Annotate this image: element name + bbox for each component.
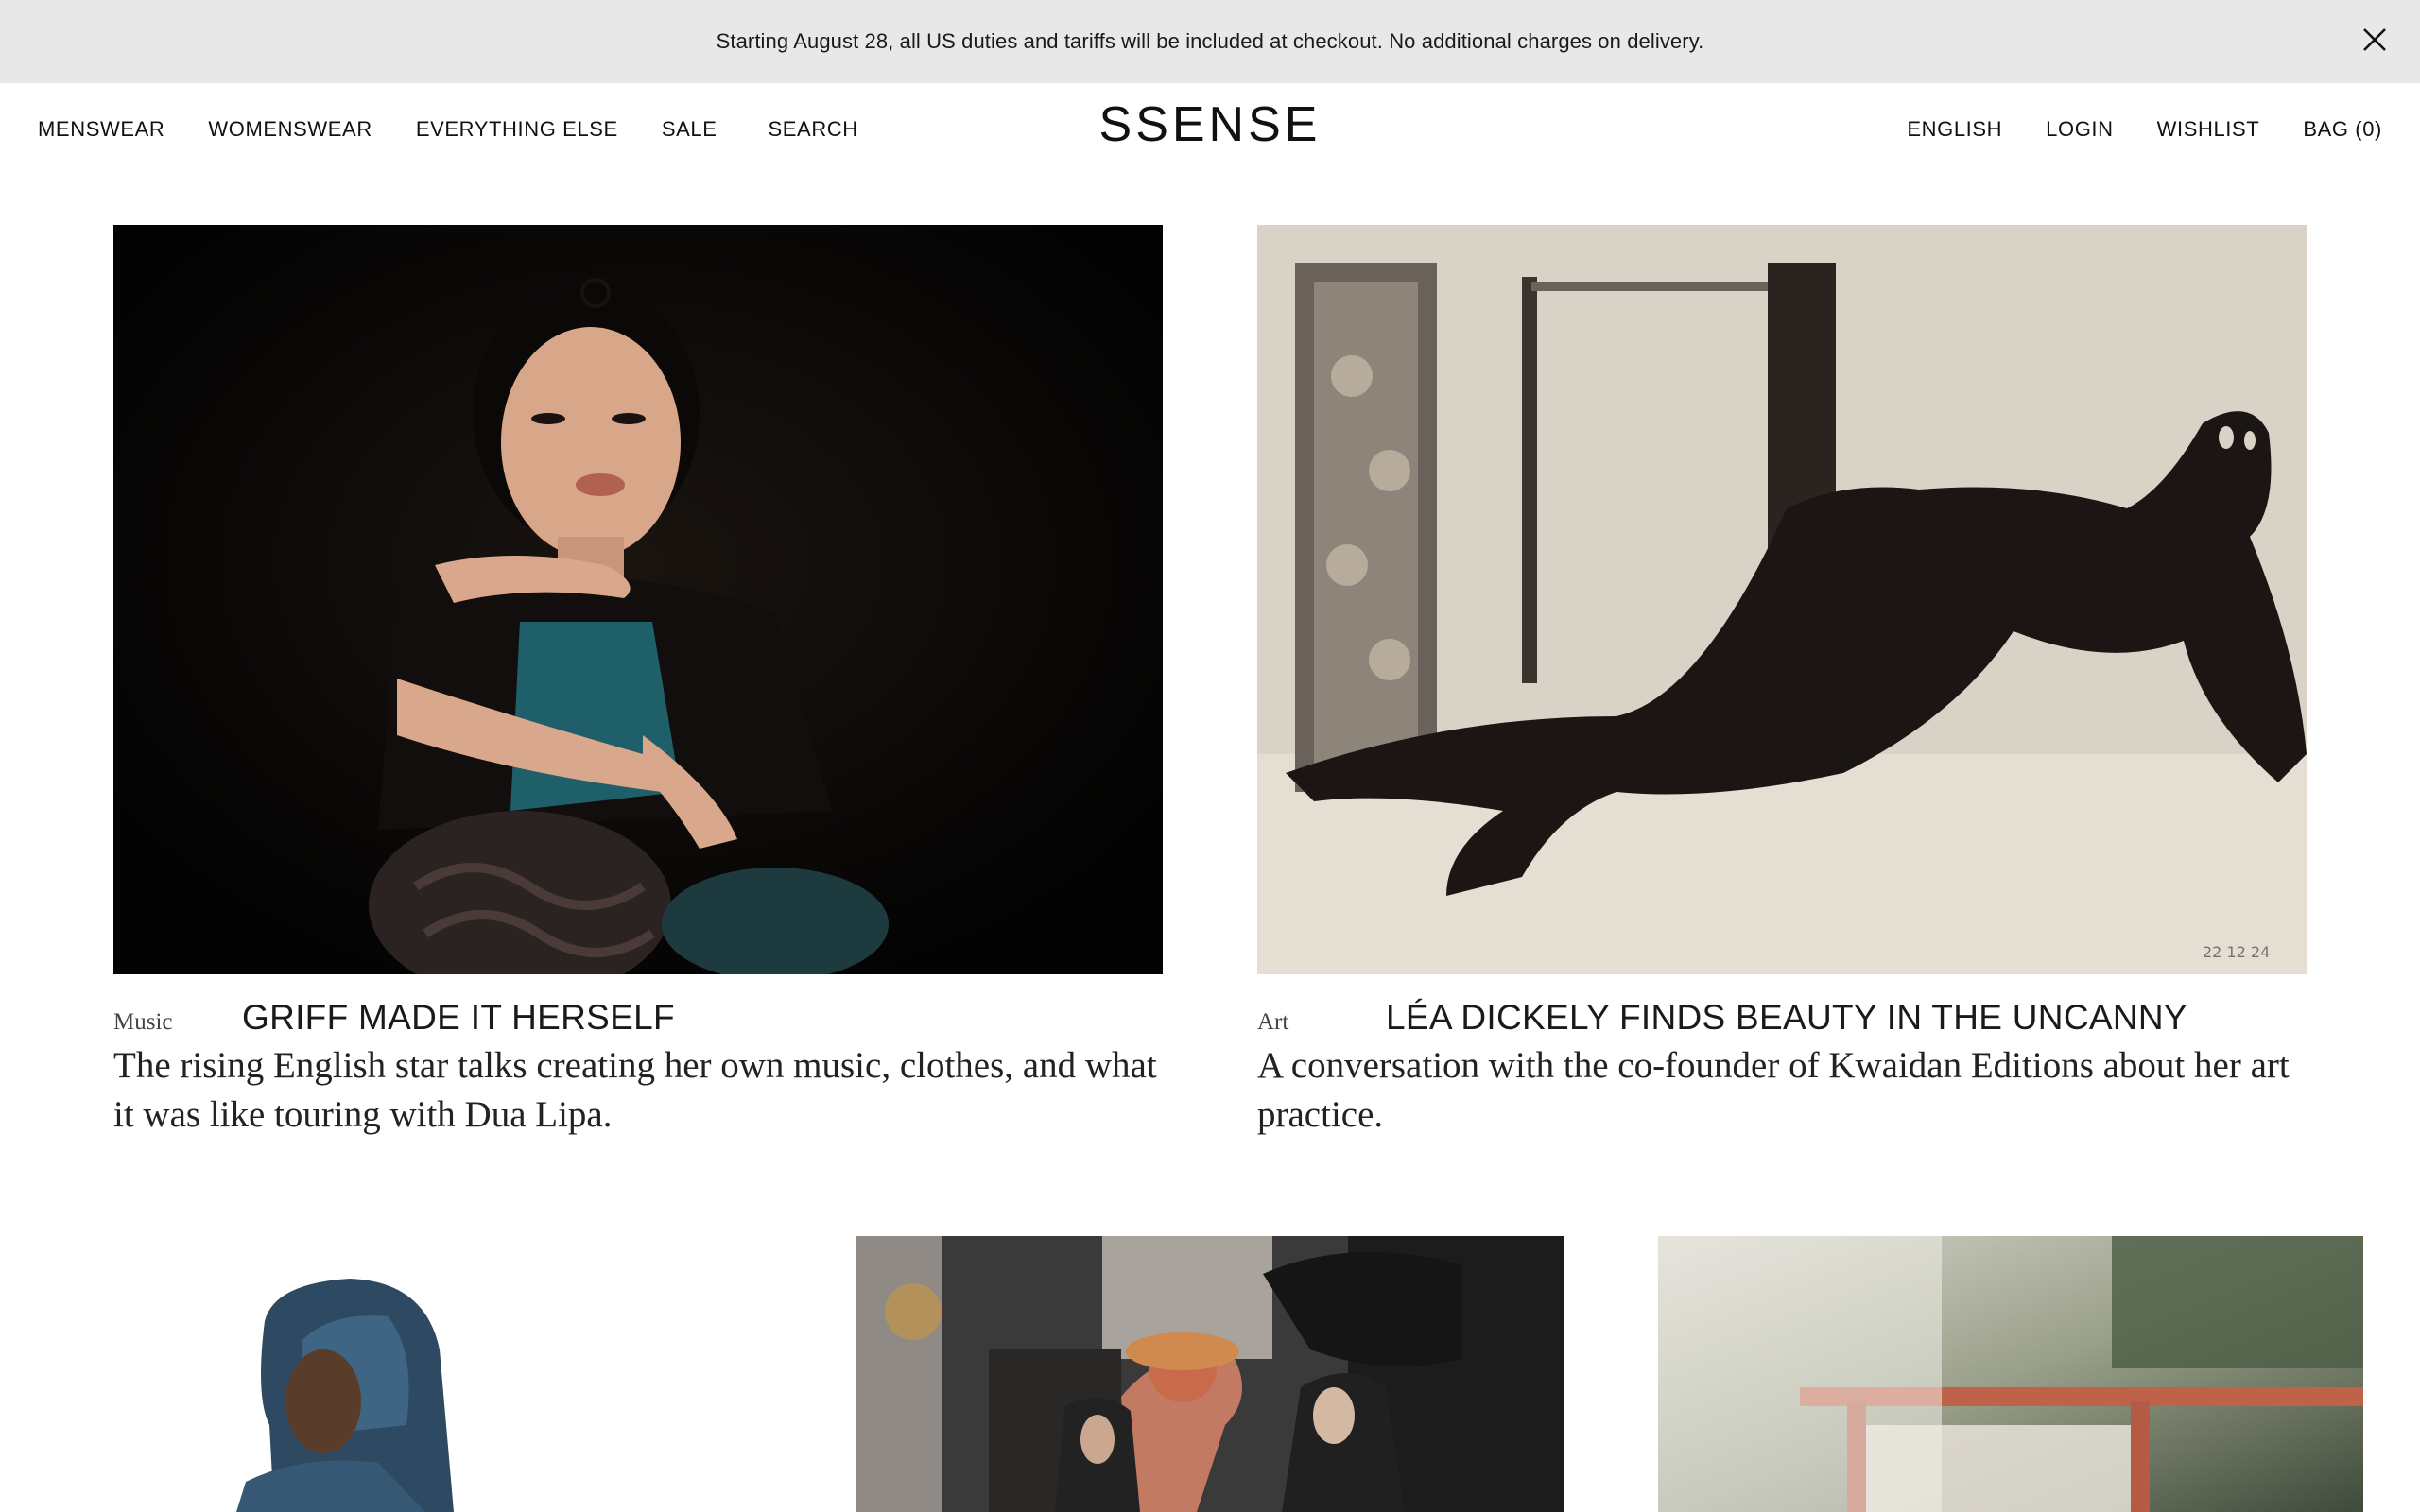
painting-image: 22 12 24 [1257, 225, 2307, 974]
banner-text: Starting August 28, all US duties and ta… [716, 29, 1704, 53]
portrait-photo [113, 225, 1163, 974]
nav-bag[interactable]: BAG (0) [2303, 117, 2382, 142]
nav-wishlist[interactable]: WISHLIST [2157, 117, 2260, 142]
article-description: A conversation with the co-founder of Kw… [1257, 1045, 2290, 1135]
article-category[interactable]: Art [1257, 1009, 1386, 1036]
ssense-logo[interactable]: SSENSE [1099, 96, 1322, 153]
nav-sale[interactable]: SALE [662, 117, 717, 142]
nav-right-group: ENGLISH LOGIN WISHLIST BAG (0) [1863, 117, 2382, 142]
article-image-griff[interactable] [113, 225, 1163, 974]
outdoor-photo [1658, 1236, 2363, 1512]
nav-womenswear[interactable]: WOMENSWEAR [208, 117, 372, 142]
article-title[interactable]: GRIFF MADE IT HERSELF [242, 998, 675, 1038]
nav-login[interactable]: LOGIN [2046, 117, 2113, 142]
article-image-runway[interactable] [856, 1236, 1564, 1512]
nav-menswear[interactable]: MENSWEAR [38, 117, 164, 142]
article-image-lea-dickely[interactable]: 22 12 24 [1257, 225, 2307, 974]
close-icon [2363, 28, 2386, 51]
close-banner-button[interactable] [2356, 21, 2394, 59]
article-description: The rising English star talks creating h… [113, 1045, 1157, 1135]
nav-left-group: MENSWEAR WOMENSWEAR EVERYTHING ELSE SALE… [38, 117, 902, 142]
article-image-outdoor[interactable] [1658, 1236, 2363, 1512]
nav-everything-else[interactable]: EVERYTHING ELSE [416, 117, 618, 142]
svg-text:22 12 24: 22 12 24 [2203, 943, 2270, 961]
article-category[interactable]: Music [113, 1009, 242, 1036]
article-title[interactable]: LÉA DICKELY FINDS BEAUTY IN THE UNCANNY [1386, 998, 2187, 1038]
article-meta-griff: Music GRIFF MADE IT HERSELF [113, 998, 675, 1038]
nav-search[interactable]: SEARCH [769, 117, 858, 142]
article-image-hooded-figure[interactable] [113, 1236, 819, 1512]
nav-language[interactable]: ENGLISH [1907, 117, 2002, 142]
runway-photo [856, 1236, 1564, 1512]
hooded-person-photo [236, 1279, 454, 1512]
announcement-banner: Starting August 28, all US duties and ta… [0, 0, 2420, 83]
article-meta-lea-dickely: Art LÉA DICKELY FINDS BEAUTY IN THE UNCA… [1257, 998, 2187, 1038]
